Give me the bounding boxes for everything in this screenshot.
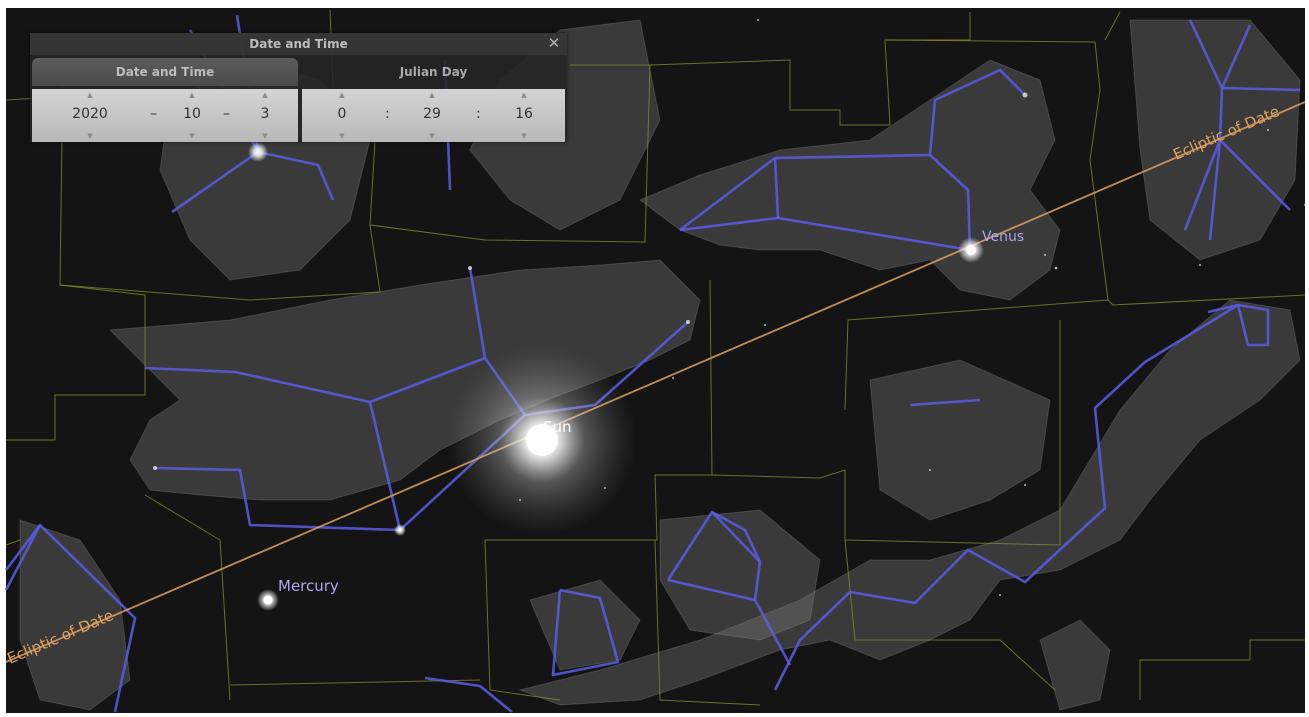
minute-spinbox[interactable]: ▲ 29 ▼ bbox=[410, 89, 454, 142]
minute-up-arrow-icon[interactable]: ▲ bbox=[410, 91, 454, 99]
date-separator: – bbox=[150, 106, 157, 122]
year-down-arrow-icon[interactable]: ▼ bbox=[52, 132, 128, 140]
date-separator: – bbox=[223, 106, 230, 122]
tab-julian-day[interactable]: Julian Day bbox=[302, 58, 565, 86]
sun[interactable]: Sun bbox=[447, 345, 637, 535]
mercury-label: Mercury bbox=[278, 577, 339, 595]
second-down-arrow-icon[interactable]: ▼ bbox=[500, 132, 548, 140]
month-up-arrow-icon[interactable]: ▲ bbox=[172, 91, 212, 99]
year-up-arrow-icon[interactable]: ▲ bbox=[52, 91, 128, 99]
tab-date-and-time[interactable]: Date and Time bbox=[32, 58, 298, 86]
hour-up-arrow-icon[interactable]: ▲ bbox=[320, 91, 364, 99]
year-spinbox[interactable]: ▲ 2020 ▼ bbox=[52, 89, 128, 142]
mercury-disk bbox=[263, 595, 273, 605]
venus-label: Venus bbox=[982, 229, 1024, 245]
month-value: 10 bbox=[183, 106, 201, 122]
hour-value: 0 bbox=[337, 106, 347, 122]
dialog-titlebar[interactable]: Date and Time ✕ bbox=[30, 33, 567, 55]
dialog-title: Date and Time bbox=[249, 37, 348, 51]
close-icon[interactable]: ✕ bbox=[546, 34, 562, 52]
sun-label: Sun bbox=[543, 418, 572, 436]
second-up-arrow-icon[interactable]: ▲ bbox=[500, 91, 548, 99]
date-panel: ▲ 2020 ▼ – ▲ 10 ▼ – ▲ 3 ▼ bbox=[32, 89, 298, 142]
time-panel: ▲ 0 ▼ : ▲ 29 ▼ : ▲ 16 ▼ bbox=[302, 89, 565, 142]
month-down-arrow-icon[interactable]: ▼ bbox=[172, 132, 212, 140]
hour-down-arrow-icon[interactable]: ▼ bbox=[320, 132, 364, 140]
day-down-arrow-icon[interactable]: ▼ bbox=[247, 132, 283, 140]
day-value: 3 bbox=[260, 106, 270, 122]
day-spinbox[interactable]: ▲ 3 ▼ bbox=[247, 89, 283, 142]
day-up-arrow-icon[interactable]: ▲ bbox=[247, 91, 283, 99]
second-value: 16 bbox=[515, 106, 533, 122]
year-value: 2020 bbox=[72, 106, 108, 122]
second-spinbox[interactable]: ▲ 16 ▼ bbox=[500, 89, 548, 142]
minute-down-arrow-icon[interactable]: ▼ bbox=[410, 132, 454, 140]
time-separator: : bbox=[476, 106, 481, 122]
venus-disk bbox=[966, 245, 976, 255]
month-spinbox[interactable]: ▲ 10 ▼ bbox=[172, 89, 212, 142]
date-time-dialog: Date and Time ✕ Date and Time Julian Day… bbox=[30, 33, 567, 142]
time-separator: : bbox=[385, 106, 390, 122]
hour-spinbox[interactable]: ▲ 0 ▼ bbox=[320, 89, 364, 142]
star-hercules bbox=[248, 142, 268, 162]
star-spica bbox=[394, 524, 406, 536]
minute-value: 29 bbox=[423, 106, 441, 122]
